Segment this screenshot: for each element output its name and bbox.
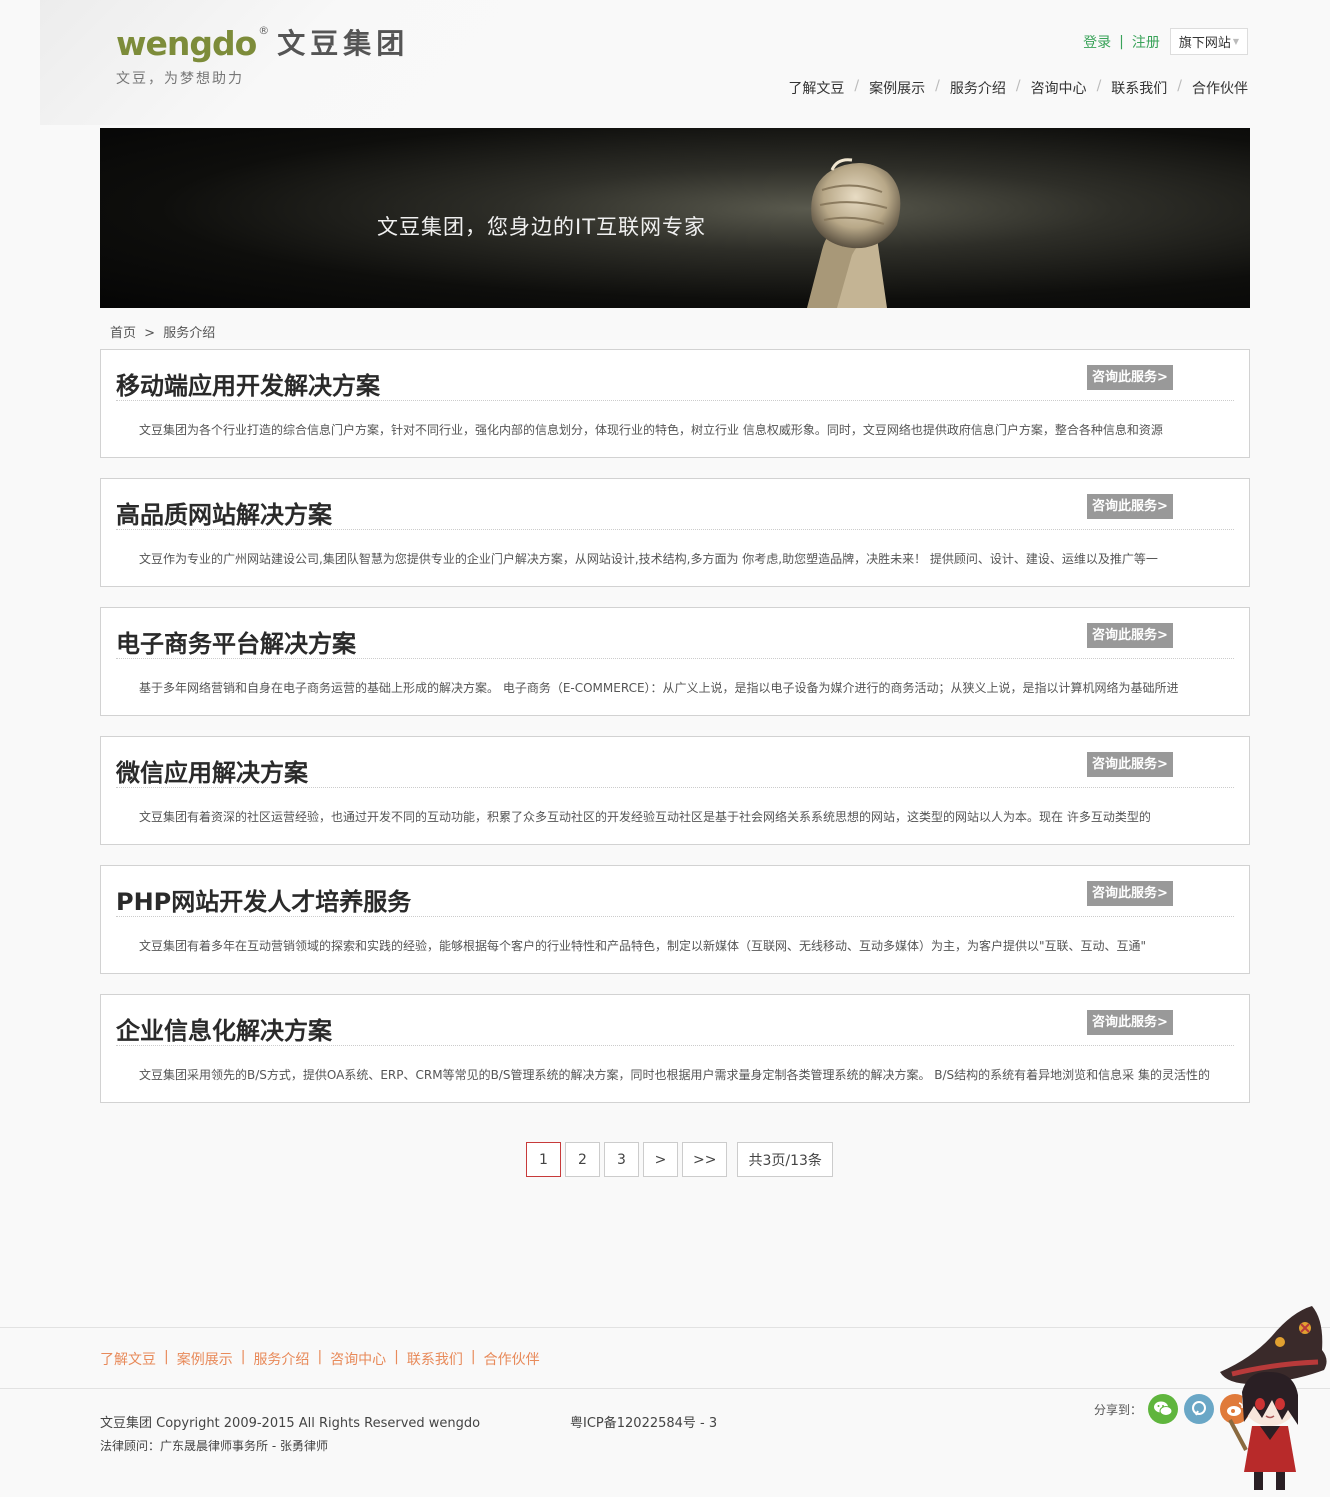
card-divider: [116, 400, 1234, 401]
nav-item-about[interactable]: 了解文豆: [788, 78, 844, 98]
qzone-icon[interactable]: [1184, 1394, 1215, 1424]
site-header: wengdo ® 文豆集团 文豆，为梦想助力 登录 | 注册 旗下网站 ▼ 了解…: [0, 0, 1330, 128]
pagination: 1 2 3 > >> 共3页/13条: [526, 1142, 837, 1177]
user-links: 登录 | 注册 旗下网站 ▼: [1083, 28, 1248, 55]
login-link[interactable]: 登录: [1083, 32, 1111, 52]
footer-link-cases[interactable]: 案例展示: [177, 1349, 233, 1369]
breadcrumb-arrow: >: [144, 326, 156, 341]
mascot-witch-image: [1220, 1306, 1327, 1490]
copyright-text: 文豆集团 Copyright 2009-2015 All Rights Rese…: [100, 1416, 481, 1431]
service-description: 基于多年网络营销和自身在电子商务运营的基础上形成的解决方案。 电子商务（E-CO…: [139, 681, 1179, 695]
nav-item-services[interactable]: 服务介绍: [950, 78, 1006, 98]
slogan: 文豆，为梦想助力: [116, 71, 244, 87]
footer-nav-separator: |: [317, 1349, 323, 1365]
service-title[interactable]: 高品质网站解决方案: [116, 495, 332, 530]
service-title[interactable]: 微信应用解决方案: [116, 753, 308, 788]
main-nav: 了解文豆 / 案例展示 / 服务介绍 / 咨询中心 / 联系我们 / 合作伙伴: [788, 78, 1248, 98]
consult-service-button[interactable]: 咨询此服务>: [1087, 881, 1173, 906]
last-page-button[interactable]: >>: [682, 1142, 728, 1177]
user-links-separator: |: [1119, 33, 1124, 50]
consult-service-button[interactable]: 咨询此服务>: [1087, 1010, 1173, 1035]
wechat-icon[interactable]: [1148, 1394, 1179, 1424]
nav-item-contact[interactable]: 联系我们: [1111, 78, 1167, 98]
logo-english: wengdo: [116, 24, 257, 63]
service-title[interactable]: 企业信息化解决方案: [116, 1011, 332, 1046]
nav-item-cases[interactable]: 案例展示: [869, 78, 925, 98]
card-divider: [116, 1045, 1234, 1046]
nav-separator: /: [854, 78, 860, 94]
footer-divider: [0, 1327, 1330, 1328]
consult-service-button[interactable]: 咨询此服务>: [1087, 752, 1173, 777]
chevron-down-icon: ▼: [1232, 37, 1239, 46]
card-divider: [116, 658, 1234, 659]
icp-license[interactable]: 粤ICP备12022584号 - 3: [570, 1412, 717, 1431]
service-card: 微信应用解决方案 咨询此服务> 文豆集团有着资深的社区运营经验，也通过开发不同的…: [100, 736, 1250, 845]
service-card: 电子商务平台解决方案 咨询此服务> 基于多年网络营销和自身在电子商务运营的基础上…: [100, 607, 1250, 716]
share-label: 分享到：: [1094, 1402, 1143, 1417]
hero-banner: 文豆集团，您身边的IT互联网专家: [100, 128, 1250, 308]
service-card: 企业信息化解决方案 咨询此服务> 文豆集团采用领先的B/S方式，提供OA系统、E…: [100, 994, 1250, 1103]
footer-nav-separator: |: [394, 1349, 399, 1365]
nav-separator: /: [935, 78, 940, 94]
card-divider: [116, 916, 1234, 917]
pagination-total: 共3页/13条: [737, 1142, 833, 1177]
nav-separator: /: [1096, 78, 1102, 94]
footer-link-about[interactable]: 了解文豆: [100, 1349, 156, 1369]
nav-item-consult[interactable]: 咨询中心: [1031, 78, 1087, 98]
banner-headline: 文豆集团，您身边的IT互联网专家: [377, 215, 707, 239]
breadcrumb-current: 服务介绍: [163, 326, 216, 341]
service-description: 文豆集团有着多年在互动营销领域的探索和实践的经验，能够根据每个客户的行业特性和产…: [139, 939, 1147, 953]
page-button-current[interactable]: 1: [526, 1142, 561, 1177]
breadcrumb-home[interactable]: 首页: [110, 326, 136, 341]
nav-separator: /: [1015, 78, 1021, 94]
footer-link-partners[interactable]: 合作伙伴: [484, 1349, 540, 1369]
consult-service-button[interactable]: 咨询此服务>: [1087, 494, 1173, 519]
consult-service-button[interactable]: 咨询此服务>: [1087, 623, 1173, 648]
logo-chinese: 文豆集团: [277, 27, 410, 60]
footer-link-services[interactable]: 服务介绍: [253, 1349, 309, 1369]
logo[interactable]: wengdo ® 文豆集团: [116, 22, 409, 62]
service-description: 文豆集团有着资深的社区运营经验，也通过开发不同的互动功能，积累了众多互动社区的开…: [139, 810, 1151, 824]
service-card: 移动端应用开发解决方案 咨询此服务> 文豆集团为各个行业打造的综合信息门户方案，…: [100, 349, 1250, 458]
footer-nav-separator: |: [470, 1349, 476, 1365]
sites-dropdown-label: 旗下网站: [1178, 36, 1231, 51]
register-link[interactable]: 注册: [1132, 32, 1160, 52]
service-title[interactable]: 移动端应用开发解决方案: [116, 366, 380, 401]
next-page-button[interactable]: >: [643, 1142, 678, 1177]
card-divider: [116, 529, 1234, 530]
footer-nav-separator: |: [164, 1349, 169, 1365]
card-divider: [116, 787, 1234, 788]
service-card: PHP网站开发人才培养服务 咨询此服务> 文豆集团有着多年在互动营销领域的探索和…: [100, 865, 1250, 974]
consult-service-button[interactable]: 咨询此服务>: [1087, 365, 1173, 390]
logo-registered-mark: ®: [258, 24, 270, 37]
footer-divider: [0, 1388, 1330, 1389]
page-button[interactable]: 2: [565, 1142, 600, 1177]
footer-nav: 了解文豆 | 案例展示 | 服务介绍 | 咨询中心 | 联系我们 | 合作伙伴: [100, 1349, 540, 1369]
sites-dropdown[interactable]: 旗下网站 ▼: [1169, 28, 1248, 55]
nav-separator: /: [1177, 78, 1182, 94]
clasped-hands-image: [807, 158, 901, 308]
service-title[interactable]: 电子商务平台解决方案: [116, 624, 356, 659]
service-card: 高品质网站解决方案 咨询此服务> 文豆作为专业的广州网站建设公司,集团队智慧为您…: [100, 478, 1250, 587]
service-description: 文豆集团采用领先的B/S方式，提供OA系统、ERP、CRM等常见的B/S管理系统…: [139, 1068, 1210, 1082]
breadcrumb: 首页 > 服务介绍: [110, 322, 215, 341]
header-decoration: [40, 0, 500, 125]
nav-item-partners[interactable]: 合作伙伴: [1192, 78, 1248, 98]
footer-link-consult[interactable]: 咨询中心: [330, 1349, 386, 1369]
service-description: 文豆集团为各个行业打造的综合信息门户方案，针对不同行业，强化内部的信息划分，体现…: [139, 423, 1163, 437]
page-button[interactable]: 3: [604, 1142, 639, 1177]
service-description: 文豆作为专业的广州网站建设公司,集团队智慧为您提供专业的企业门户解决方案，从网站…: [139, 552, 1158, 566]
footer-nav-separator: |: [240, 1349, 246, 1365]
service-title[interactable]: PHP网站开发人才培养服务: [116, 882, 411, 917]
footer-link-contact[interactable]: 联系我们: [407, 1349, 463, 1369]
legal-advisor: 法律顾问：广东晟晨律师事务所 - 张勇律师: [100, 1439, 328, 1453]
